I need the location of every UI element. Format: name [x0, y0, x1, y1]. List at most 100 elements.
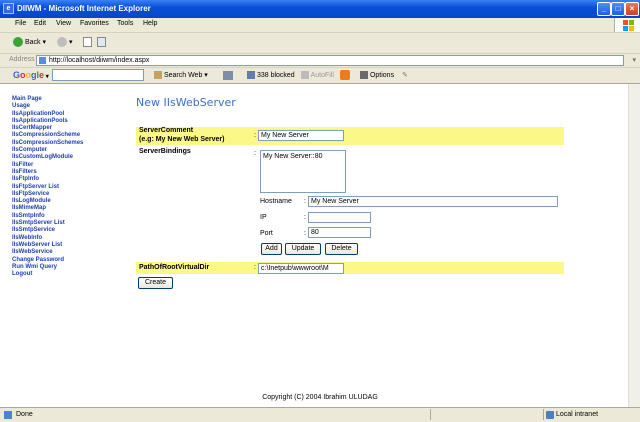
autofill-label: AutoFill	[310, 71, 334, 79]
update-button[interactable]: Update	[285, 243, 321, 255]
blogger-icon[interactable]	[340, 70, 350, 80]
nav-link[interactable]: IIsComputer	[12, 147, 83, 154]
menu-file[interactable]: File	[15, 20, 26, 27]
address-label: Address	[9, 56, 35, 63]
status-bar: Done Local intranet	[0, 407, 640, 422]
minimize-button[interactable]: _	[597, 2, 611, 16]
nav-link[interactable]: IIsFtpService	[12, 191, 83, 198]
windows-logo-icon	[614, 18, 640, 32]
colon: :	[254, 264, 256, 271]
colon: :	[304, 230, 306, 237]
colon: :	[304, 198, 306, 205]
address-url: http://localhost/diiwm/index.aspx	[49, 57, 150, 64]
nav-link[interactable]: IIsLogModule	[12, 198, 83, 205]
menu-edit[interactable]: Edit	[34, 20, 46, 27]
nav-link[interactable]: IIsWebServer List	[12, 242, 83, 249]
nav-link[interactable]: IIsFilter	[12, 162, 83, 169]
page-status-icon	[4, 411, 12, 419]
server-comment-hint: (e.g: My New Web Server)	[139, 136, 225, 143]
google-toolbar: Google ▾ Search Web ▾ 338 blocked AutoFi…	[0, 68, 640, 84]
refresh-icon[interactable]	[97, 37, 106, 47]
pagerank-icon[interactable]	[223, 71, 233, 80]
nav-link[interactable]: IIsFilters	[12, 169, 83, 176]
pencil-icon[interactable]: ✎	[402, 71, 408, 79]
window-title: DIIWM - Microsoft Internet Explorer	[17, 4, 151, 13]
menu-view[interactable]: View	[56, 20, 71, 27]
maximize-button[interactable]: □	[611, 2, 625, 16]
nav-link[interactable]: IIsCustomLogModule	[12, 154, 83, 161]
options-label: Options	[369, 71, 395, 79]
status-separator	[430, 409, 431, 420]
nav-link[interactable]: Logout	[12, 271, 83, 278]
nav-link[interactable]: IIsSmtpServer List	[12, 220, 83, 227]
nav-link[interactable]: IIsWebService	[12, 249, 83, 256]
nav-link[interactable]: IIsFtpServer List	[12, 184, 83, 191]
nav-link[interactable]: Change Password	[12, 257, 83, 264]
bindings-listbox[interactable]: My New Server::80	[260, 150, 346, 193]
back-arrow-icon	[13, 37, 23, 47]
vertical-scrollbar[interactable]	[628, 84, 640, 407]
popup-blocker-icon	[247, 71, 255, 79]
search-web-button[interactable]: Search Web ▾	[154, 71, 208, 80]
server-bindings-label: ServerBindings	[139, 148, 191, 155]
add-button[interactable]: Add	[261, 243, 282, 255]
blocked-count: 338 blocked	[256, 71, 295, 79]
binding-item[interactable]: My New Server::80	[263, 153, 343, 160]
port-label: Port	[260, 230, 273, 237]
autofill-icon	[301, 71, 309, 79]
menu-tools[interactable]: Tools	[117, 20, 133, 27]
google-search-input[interactable]	[52, 69, 144, 81]
close-button[interactable]: ×	[625, 2, 639, 16]
colon: :	[254, 150, 256, 157]
port-input[interactable]: 80	[308, 227, 371, 238]
nav-link[interactable]: IIsMimeMap	[12, 205, 83, 212]
colon: :	[254, 132, 256, 139]
address-bar: Address http://localhost/diiwm/index.asp…	[0, 54, 640, 68]
nav-link[interactable]: IIsCompressionSchemes	[12, 140, 83, 147]
stop-icon[interactable]	[83, 37, 92, 47]
status-text: Done	[16, 411, 33, 418]
menu-bar: File Edit View Favorites Tools Help	[0, 18, 640, 33]
server-comment-input[interactable]: My New Server	[258, 130, 344, 141]
google-logo[interactable]: Google ▾	[13, 70, 49, 80]
address-input[interactable]: http://localhost/diiwm/index.aspx	[36, 55, 624, 66]
nav-link[interactable]: IIsApplicationPools	[12, 118, 83, 125]
security-zone: Local intranet	[556, 411, 599, 418]
nav-links: Main Page Usage IIsApplicationPool IIsAppli…	[12, 96, 83, 278]
nav-link[interactable]: IIsSmtpService	[12, 227, 83, 234]
delete-button[interactable]: Delete	[325, 243, 358, 255]
nav-link[interactable]: IIsFtpInfo	[12, 176, 83, 183]
nav-link[interactable]: IIsCertMapper	[12, 125, 83, 132]
hostname-label: Hostname	[260, 198, 292, 205]
popup-blocker-button[interactable]: 338 blocked	[247, 71, 295, 79]
address-dropdown-icon[interactable]: ▾	[632, 56, 636, 64]
server-comment-label: ServerComment	[139, 127, 194, 134]
nav-link[interactable]: Main Page	[12, 96, 83, 103]
nav-link[interactable]: Run Wmi Query	[12, 264, 83, 271]
path-input[interactable]: c:\Inetpub\wwwroot\M	[258, 263, 344, 274]
status-separator	[543, 409, 544, 420]
back-button[interactable]: Back ▾	[13, 37, 46, 47]
nav-link[interactable]: IIsApplicationPool	[12, 111, 83, 118]
menu-help[interactable]: Help	[143, 20, 157, 27]
search-web-label: Search Web	[163, 72, 203, 79]
copyright-text: Copyright (C) 2004 Ibrahim ULUDAG	[262, 394, 378, 401]
options-icon	[360, 71, 368, 79]
forward-button[interactable]: ▾	[57, 37, 73, 47]
page-content: Main Page Usage IIsApplicationPool IIsAppli…	[0, 84, 640, 407]
intranet-icon	[546, 411, 554, 419]
nav-link[interactable]: Usage	[12, 103, 83, 110]
menu-favorites[interactable]: Favorites	[80, 20, 109, 27]
nav-link[interactable]: IIsCompressionScheme	[12, 132, 83, 139]
nav-link[interactable]: IIsSmtpInfo	[12, 213, 83, 220]
create-button[interactable]: Create	[138, 277, 173, 289]
path-label: PathOfRootVirtualDir	[139, 264, 210, 271]
hostname-input[interactable]: My New Server	[308, 196, 558, 207]
forward-arrow-icon	[57, 37, 67, 47]
autofill-button[interactable]: AutoFill	[301, 71, 334, 79]
options-button[interactable]: Options	[360, 71, 394, 79]
ip-input[interactable]	[308, 212, 371, 223]
window-title-bar[interactable]: e DIIWM - Microsoft Internet Explorer _ …	[0, 0, 640, 18]
nav-link[interactable]: IIsWebInfo	[12, 235, 83, 242]
ie-icon: e	[3, 3, 14, 14]
